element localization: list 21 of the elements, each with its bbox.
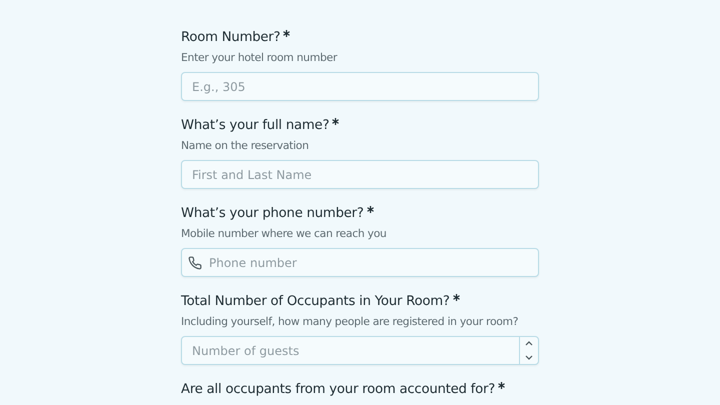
required-icon xyxy=(283,30,290,37)
question-label: What’s your phone number? xyxy=(181,205,364,223)
question-label: Room Number? xyxy=(181,29,280,47)
help-text: Mobile number where we can reach you xyxy=(181,226,386,242)
question-label: Are all occupants from your room accounted for? xyxy=(181,381,496,399)
required-icon xyxy=(452,294,460,301)
chevron-down-icon xyxy=(525,354,533,360)
text-field[interactable]: First and Last Name xyxy=(181,160,539,189)
question-label: Total Number of Occupants in Your Room? xyxy=(181,293,450,311)
help-text: Including yourself, how many people are registered in your room? xyxy=(181,314,518,330)
text-field[interactable]: E.g., 305 xyxy=(181,72,539,101)
required-icon xyxy=(366,206,374,213)
required-icon xyxy=(332,118,340,125)
help-text: Enter your hotel room number xyxy=(181,50,337,66)
number-field[interactable]: Number of guests xyxy=(181,336,539,365)
help-text: Name on the reservation xyxy=(181,138,309,154)
phone-icon xyxy=(188,256,202,270)
required-icon xyxy=(498,382,506,389)
question-label: What’s your full name? xyxy=(181,117,330,135)
chevron-up-icon xyxy=(525,341,533,346)
phone-field[interactable]: Phone number xyxy=(181,248,539,277)
